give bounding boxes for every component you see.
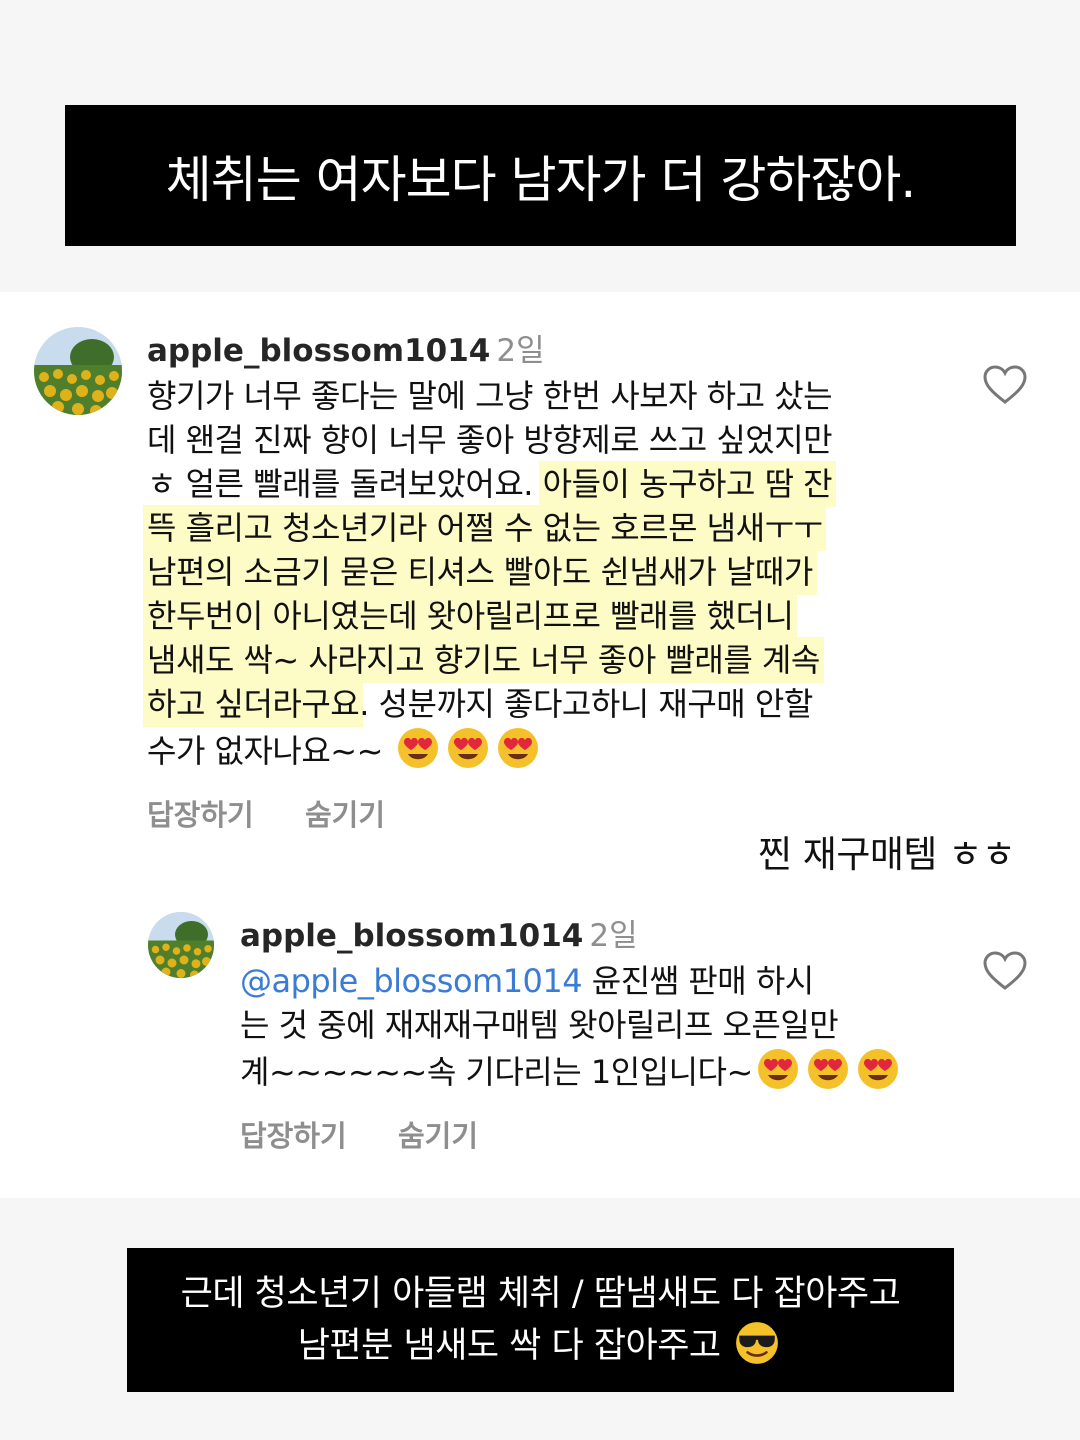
highlighted-text: 한두번이 아니였는데 왓아릴리프로 빨래를 했더니 <box>147 597 794 635</box>
reply-username-text[interactable]: apple_blossom1014 <box>240 918 583 954</box>
comment-line: ㅎ 얼른 빨래를 돌려보았어요. 아들이 농구하고 땀 잔 <box>147 462 947 506</box>
comment-time: 2일 <box>496 333 545 369</box>
reply-text: @apple_blossom1014 윤진쌤 판매 하시 는 것 중에 재재재구… <box>240 959 960 1094</box>
comment-line-part: 수가 없자나요~~ <box>147 732 393 770</box>
comment-line: 데 왠걸 진짜 향이 너무 좋아 방향제로 쓰고 싶었지만 <box>147 421 833 459</box>
mention-link[interactable]: @apple_blossom1014 <box>240 962 583 1000</box>
caption-bottom: 근데 청소년기 아들램 체취 / 땀냄새도 다 잡아주고 남편분 냄새도 싹 다… <box>127 1248 954 1392</box>
caption-bottom-line2: 남편분 냄새도 싹 다 잡아주고 <box>298 1320 784 1372</box>
comment-line: 냄새도 싹~ 사라지고 향기도 너무 좋아 빨래를 계속 <box>147 638 947 682</box>
comment-line: 향기가 너무 좋다는 말에 그냥 한번 사보자 하고 샀는 <box>147 377 833 415</box>
reply-line: 는 것 중에 재재재구매템 왓아릴리프 오픈일만 <box>240 1006 839 1044</box>
comment-line: 하고 싶더라구요. 성분까지 좋다고하니 재구매 안할 <box>147 682 947 726</box>
heart-eyes-emoji-icon <box>856 1047 900 1091</box>
caption-bottom-line1: 근데 청소년기 아들램 체취 / 땀냄새도 다 잡아주고 <box>180 1273 901 1314</box>
comment-username-text[interactable]: apple_blossom1014 <box>147 333 490 369</box>
highlighted-text: 하고 싶더라구요 <box>147 685 360 723</box>
sunglasses-emoji-icon <box>734 1320 780 1366</box>
heart-eyes-emoji-icon <box>396 726 440 770</box>
reply-like-heart-icon[interactable] <box>982 950 1028 992</box>
sunflower-avatar-image <box>148 912 214 978</box>
highlighted-text: 아들이 농구하고 땀 잔 <box>542 465 833 503</box>
highlighted-text: 냄새도 싹~ 사라지고 향기도 너무 좋아 빨래를 계속 <box>147 641 820 679</box>
like-heart-icon[interactable] <box>982 364 1028 406</box>
reply-line: 계~~~~~~속 기다리는 1인입니다~ <box>240 1047 960 1094</box>
comment-line: 한두번이 아니였는데 왓아릴리프로 빨래를 했더니 <box>147 594 947 638</box>
comment-line: 뜩 흘리고 청소년기라 어쩔 수 없는 호르몬 냄새ㅜㅜ <box>147 506 947 550</box>
reply-avatar[interactable] <box>148 912 214 978</box>
avatar[interactable] <box>34 327 122 415</box>
caption-top-text: 체취는 여자보다 남자가 더 강하잖아. <box>165 150 916 209</box>
highlighted-text: 남편의 소금기 묻은 티셔스 빨아도 쉰냄새가 날때가 <box>147 553 813 591</box>
reply-reply-button[interactable]: 답장하기 <box>240 1113 347 1155</box>
comment-line: 남편의 소금기 묻은 티셔스 빨아도 쉰냄새가 날때가 <box>147 550 947 594</box>
comment-text: 향기가 너무 좋다는 말에 그냥 한번 사보자 하고 샀는 데 왠걸 진짜 향이… <box>147 374 947 773</box>
comment-username[interactable]: apple_blossom1014 2일 <box>147 325 545 370</box>
heart-eyes-emoji-icon <box>756 1047 800 1091</box>
heart-eyes-emoji-icon <box>806 1047 850 1091</box>
reply-line: @apple_blossom1014 윤진쌤 판매 하시 <box>240 959 960 1003</box>
heart-eyes-emoji-icon <box>446 726 490 770</box>
side-note: 찐 재구매템 ㅎㅎ <box>758 833 1016 876</box>
caption-bottom-line2-text: 남편분 냄새도 싹 다 잡아주고 <box>297 1325 732 1366</box>
reply-button[interactable]: 답장하기 <box>147 792 254 834</box>
comment-line-part: . 성분까지 좋다고하니 재구매 안할 <box>359 685 813 723</box>
caption-top: 체취는 여자보다 남자가 더 강하잖아. <box>65 105 1016 246</box>
reply-time: 2일 <box>589 918 638 954</box>
comment-line: 수가 없자나요~~ <box>147 726 947 773</box>
comment-line-part: ㅎ 얼른 빨래를 돌려보았어요. <box>147 465 543 503</box>
highlighted-text: 뜩 흘리고 청소년기라 어쩔 수 없는 호르몬 냄새ㅜㅜ <box>147 509 823 547</box>
reply-line-part: 윤진쌤 판매 하시 <box>582 962 814 1000</box>
hide-button[interactable]: 숨기기 <box>305 792 385 834</box>
reply-hide-button[interactable]: 숨기기 <box>398 1113 478 1155</box>
sunflower-avatar-image <box>34 327 122 415</box>
reply-username[interactable]: apple_blossom1014 2일 <box>240 910 638 955</box>
heart-eyes-emoji-icon <box>496 726 540 770</box>
reply-line-part: 계~~~~~~속 기다리는 1인입니다~ <box>240 1053 753 1091</box>
